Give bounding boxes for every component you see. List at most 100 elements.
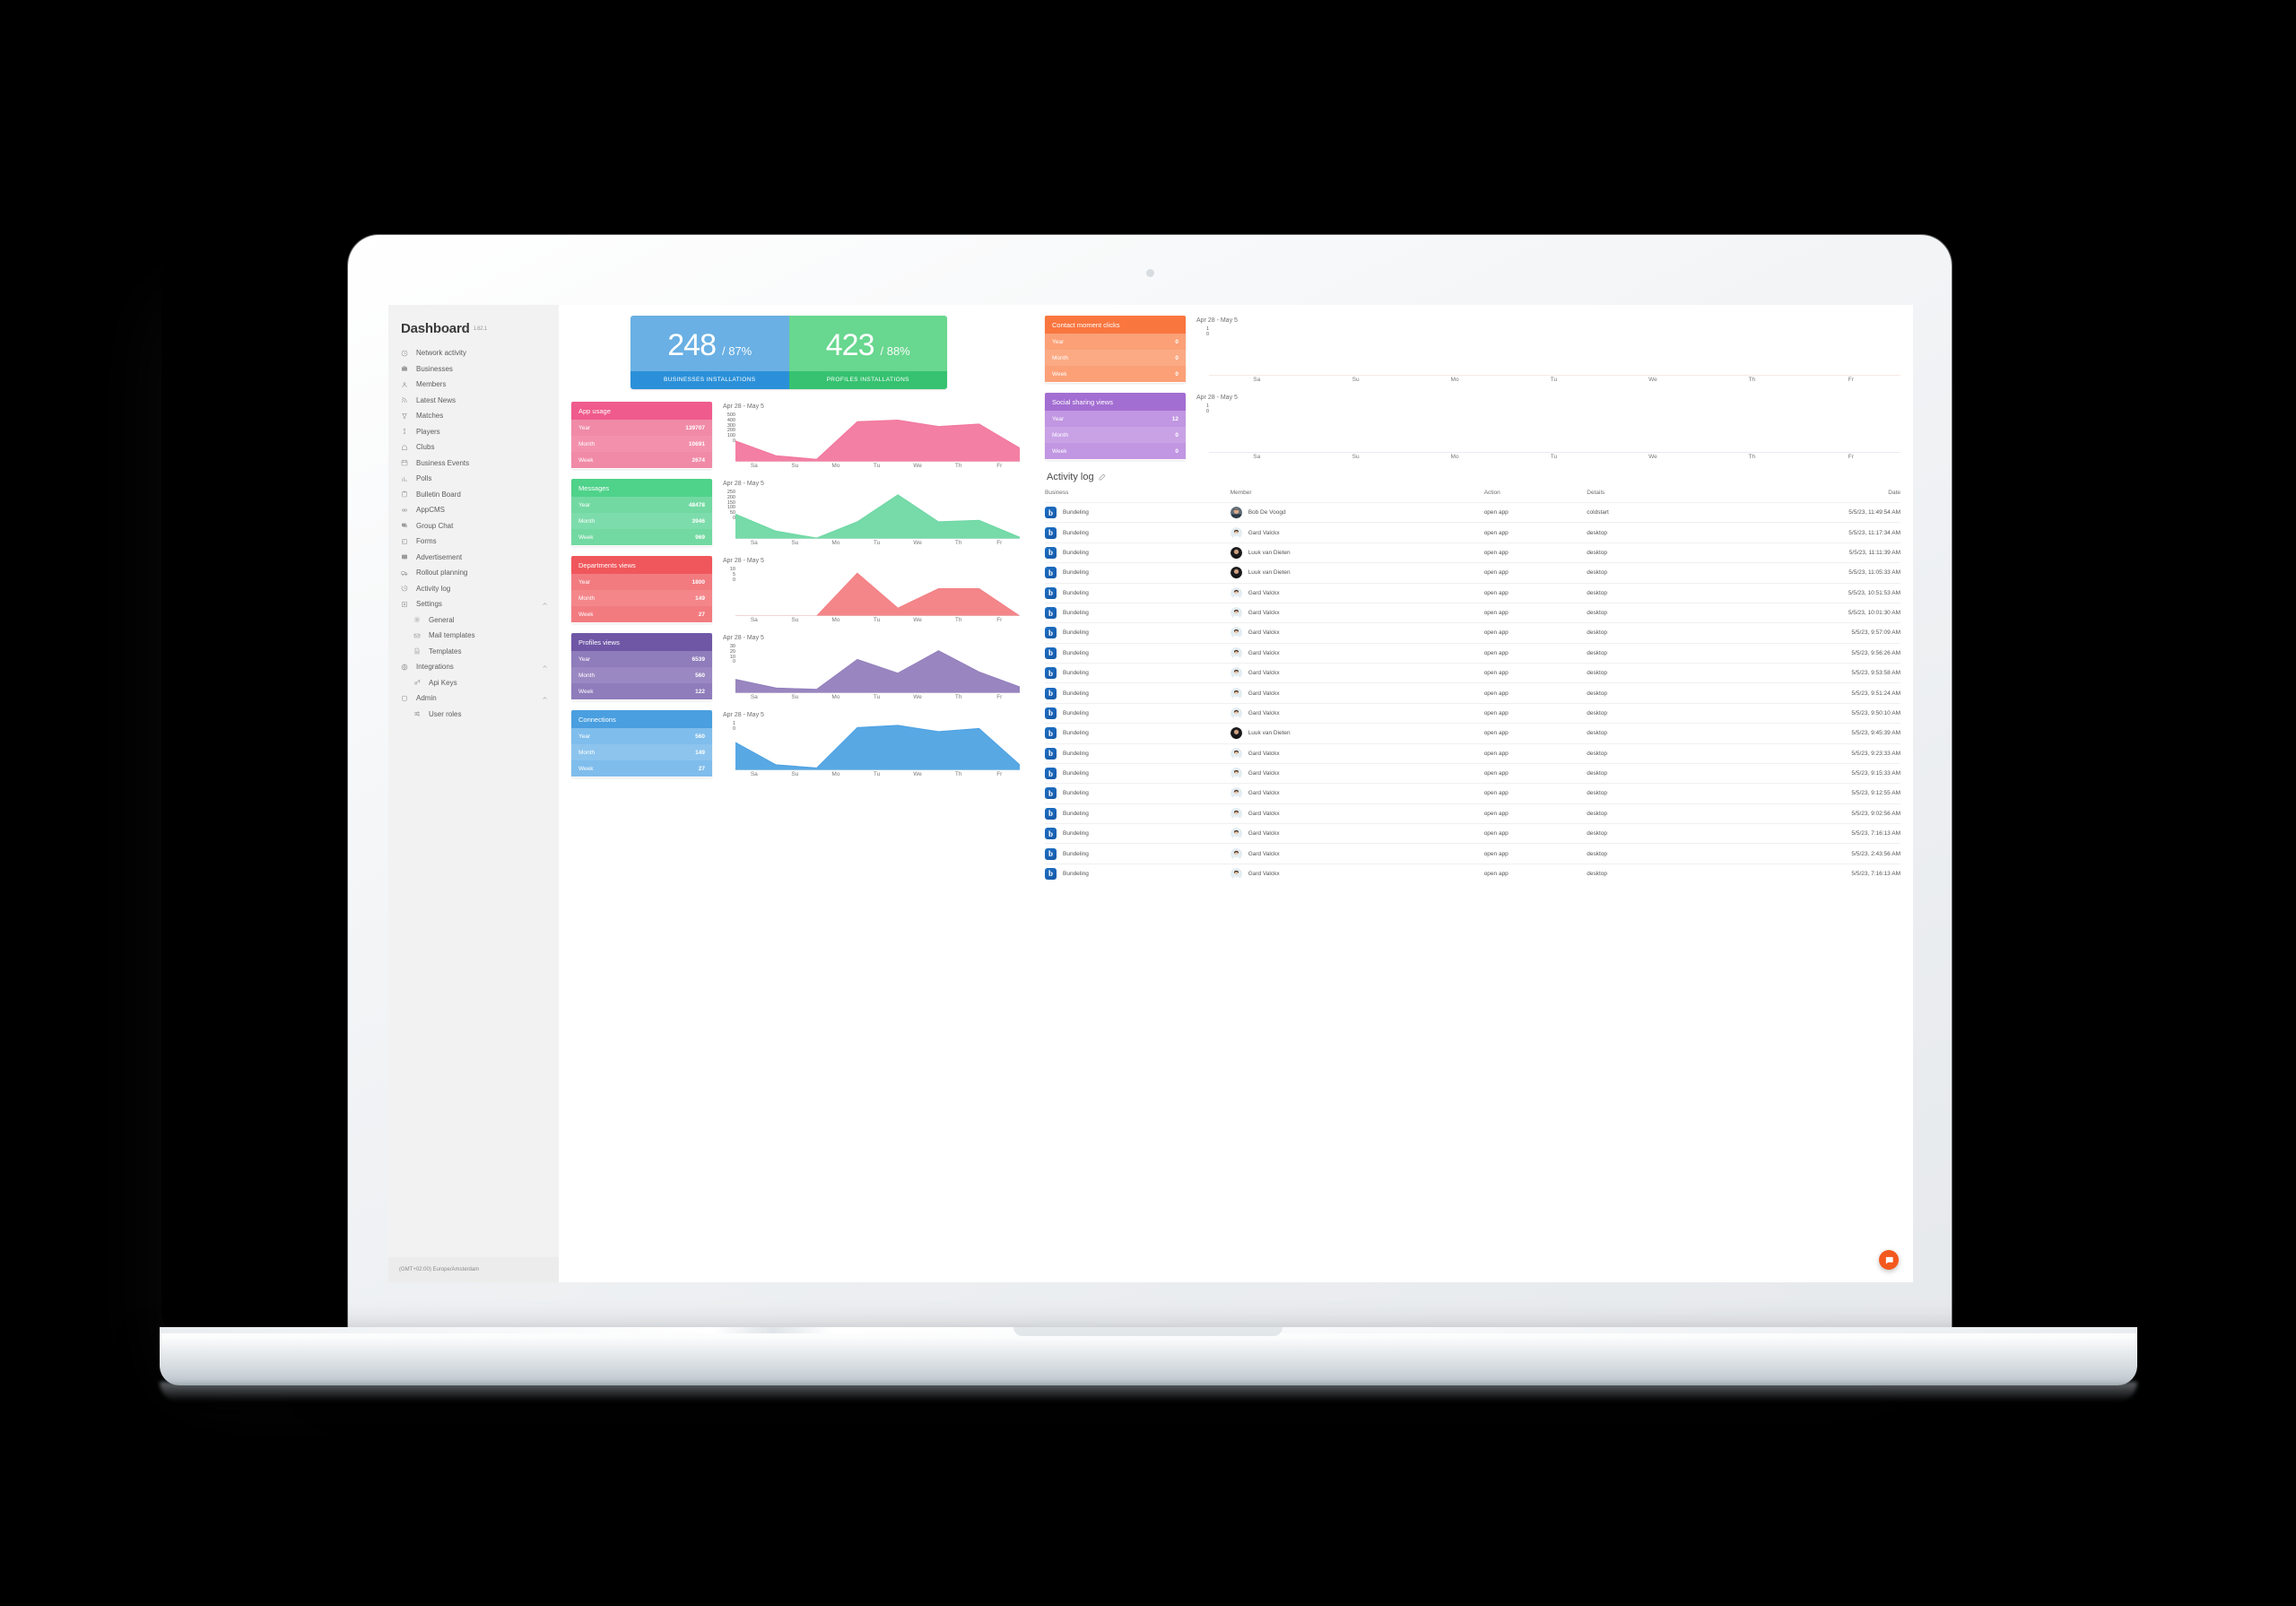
x-tick-label: Tu bbox=[1550, 377, 1558, 383]
y-axis-ticks: 10 bbox=[732, 721, 735, 732]
metric-chart: Apr 28 - May 5 250 200 150 100 50 0 Sa Su Mo Tu We T… bbox=[712, 479, 1020, 546]
activity-log-title: Activity log bbox=[1047, 472, 1094, 482]
table-row[interactable]: b Bundeling Gard Valckx open app desktop 5/5/… bbox=[1045, 742, 1900, 764]
sidebar-item-templates[interactable]: Templates bbox=[388, 644, 559, 660]
table-row[interactable]: b Bundeling Luuk van Dieten open app desktop… bbox=[1045, 562, 1900, 583]
member-name: Gard Valckx bbox=[1248, 810, 1280, 817]
sidebar-item-label: Businesses bbox=[416, 364, 453, 373]
metric-card: App usage Year 139707 Month 10691 Week 2674 Apr… bbox=[571, 402, 1020, 469]
sidebar-item-clubs[interactable]: Clubs bbox=[388, 439, 559, 456]
table-row[interactable]: b Bundeling Gard Valckx open app desktop 5/5/… bbox=[1045, 582, 1900, 603]
sidebar-item-admin[interactable]: Admin bbox=[388, 690, 559, 707]
sidebar-item-business-events[interactable]: Business Events bbox=[388, 456, 559, 472]
x-tick-label: Mo bbox=[1450, 377, 1459, 383]
user-icon bbox=[402, 382, 407, 387]
cell-details: desktop bbox=[1587, 822, 1681, 844]
table-row[interactable]: b Bundeling Gard Valckx open app desktop 5/5/… bbox=[1045, 622, 1900, 644]
sidebar-item-forms[interactable]: Forms bbox=[388, 534, 559, 550]
file-icon bbox=[414, 647, 420, 655]
sidebar-item-settings[interactable]: Settings bbox=[388, 596, 559, 612]
metric-summary: Contact moment clicks Year 0 Month 0 Week 0 bbox=[1045, 316, 1186, 383]
table-row[interactable]: b Bundeling Gard Valckx open app desktop 5/5/… bbox=[1045, 682, 1900, 704]
x-tick-label: Th bbox=[954, 694, 962, 700]
cell-member: Gard Valckx bbox=[1230, 582, 1484, 603]
activity-log-header: Activity log bbox=[1045, 470, 1900, 490]
cell-date: 5/5/23, 9:12:55 AM bbox=[1680, 783, 1900, 804]
bundeling-logo-icon: b bbox=[1045, 687, 1057, 699]
table-row[interactable]: b Bundeling Gard Valckx open app desktop 5/5/… bbox=[1045, 762, 1900, 784]
metric-card: Departments views Year 1800 Month 149 Week 27 A… bbox=[571, 556, 1020, 623]
area-chart bbox=[735, 419, 1020, 462]
table-row[interactable]: b Bundeling Gard Valckx open app desktop 5/5/… bbox=[1045, 642, 1900, 664]
sidebar-item-integrations[interactable]: Integrations bbox=[388, 659, 559, 675]
sidebar-item-appcms[interactable]: AppCMS bbox=[388, 502, 559, 518]
sidebar-item-api-keys[interactable]: Api Keys bbox=[388, 675, 559, 691]
business-name: Bundeling bbox=[1063, 649, 1089, 656]
sidebar-item-polls[interactable]: Polls bbox=[388, 471, 559, 487]
chart-date-range: Apr 28 - May 5 bbox=[723, 404, 764, 410]
table-row[interactable]: b Bundeling Gard Valckx open app desktop 5/5/… bbox=[1045, 783, 1900, 804]
sidebar-item-matches[interactable]: Matches bbox=[388, 408, 559, 424]
chevron-up-icon[interactable] bbox=[542, 695, 548, 701]
sidebar-item-network-activity[interactable]: Network activity bbox=[388, 345, 559, 361]
cell-date: 5/5/23, 11:17:34 AM bbox=[1680, 522, 1900, 543]
avatar-image bbox=[1230, 787, 1242, 800]
edit-pencil-icon[interactable] bbox=[1099, 473, 1106, 481]
table-row[interactable]: b Bundeling Gard Valckx open app desktop 5/5/… bbox=[1045, 702, 1900, 724]
metric-row: Year 48478 bbox=[571, 497, 712, 513]
table-row[interactable]: b Bundeling Gard Valckx open app desktop 5/5/… bbox=[1045, 522, 1900, 543]
table-row[interactable]: b Bundeling Gard Valckx open app desktop 5/5/… bbox=[1045, 822, 1900, 844]
metric-title: Departments views bbox=[571, 556, 712, 574]
table-row[interactable]: b Bundeling Luuk van Dieten open app desktop… bbox=[1045, 542, 1900, 563]
member-name: Luuk van Dieten bbox=[1248, 730, 1291, 737]
avatar bbox=[1230, 647, 1242, 659]
sidebar-item-mail-templates[interactable]: Mail templates bbox=[388, 628, 559, 644]
sidebar-item-user-roles[interactable]: User roles bbox=[388, 707, 559, 723]
sidebar-item-players[interactable]: Players bbox=[388, 424, 559, 440]
table-row[interactable]: b Bundeling Gard Valckx open app desktop 5/5/… bbox=[1045, 863, 1900, 884]
table-row[interactable]: b Bundeling Gard Valckx open app desktop 5/5/… bbox=[1045, 803, 1900, 824]
sidebar-item-activity-log[interactable]: Activity log bbox=[388, 581, 559, 597]
sidebar-item-label: Templates bbox=[429, 647, 462, 655]
support-chat-button[interactable] bbox=[1879, 1250, 1899, 1270]
table-row[interactable]: b Bundeling Bob De Voogd open app coldstart 5… bbox=[1045, 501, 1900, 523]
metric-row: Month 3946 bbox=[571, 513, 712, 529]
table-row[interactable]: b Bundeling Gard Valckx open app desktop 5/5/… bbox=[1045, 662, 1900, 683]
cell-details: desktop bbox=[1587, 783, 1681, 804]
y-axis-ticks: 500 400 300 200 100 0 bbox=[726, 412, 735, 444]
metric-row-value: 10691 bbox=[688, 440, 705, 447]
member-name: Gard Valckx bbox=[1248, 750, 1280, 757]
area-chart bbox=[735, 725, 1020, 770]
member-name: Gard Valckx bbox=[1248, 529, 1280, 536]
business-name: Bundeling bbox=[1063, 569, 1089, 577]
member-name: Luuk van Dieten bbox=[1248, 569, 1291, 577]
x-tick-label: Sa bbox=[750, 617, 758, 623]
table-row[interactable]: b Bundeling Gard Valckx open app desktop 5/5/… bbox=[1045, 843, 1900, 864]
chevron-up-icon[interactable] bbox=[542, 601, 548, 607]
sidebar-item-members[interactable]: Members bbox=[388, 377, 559, 393]
sidebar-item-latest-news[interactable]: Latest News bbox=[388, 393, 559, 409]
sidebar-item-group-chat[interactable]: Group Chat bbox=[388, 518, 559, 534]
shield-icon bbox=[402, 695, 407, 702]
settings-box-icon bbox=[402, 601, 407, 607]
sidebar-item-rollout-planning[interactable]: Rollout planning bbox=[388, 565, 559, 581]
cell-date: 5/5/23, 9:57:09 AM bbox=[1680, 622, 1900, 644]
avatar-image bbox=[1230, 707, 1242, 719]
image-icon bbox=[401, 553, 413, 560]
avatar-image bbox=[1230, 546, 1242, 559]
cell-action: open app bbox=[1483, 582, 1587, 603]
table-row[interactable]: b Bundeling Gard Valckx open app desktop 5/5/… bbox=[1045, 602, 1900, 623]
sidebar-item-label: Settings bbox=[416, 600, 442, 609]
calendar-icon bbox=[401, 459, 408, 466]
chevron-up-icon[interactable] bbox=[542, 664, 548, 670]
x-tick-label: Mo bbox=[831, 463, 840, 469]
table-row[interactable]: b Bundeling Luuk van Dieten open app desktop… bbox=[1045, 723, 1900, 743]
file-icon bbox=[413, 647, 426, 655]
cell-action: open app bbox=[1483, 562, 1587, 583]
sidebar-item-bulletin-board[interactable]: Bulletin Board bbox=[388, 487, 559, 503]
sidebar-item-businesses[interactable]: Businesses bbox=[388, 361, 559, 378]
area-chart bbox=[735, 572, 1020, 616]
sidebar-item-general[interactable]: General bbox=[388, 612, 559, 629]
sidebar-item-advertisement[interactable]: Advertisement bbox=[388, 550, 559, 566]
sidebar-item-label: Activity log bbox=[416, 584, 451, 593]
